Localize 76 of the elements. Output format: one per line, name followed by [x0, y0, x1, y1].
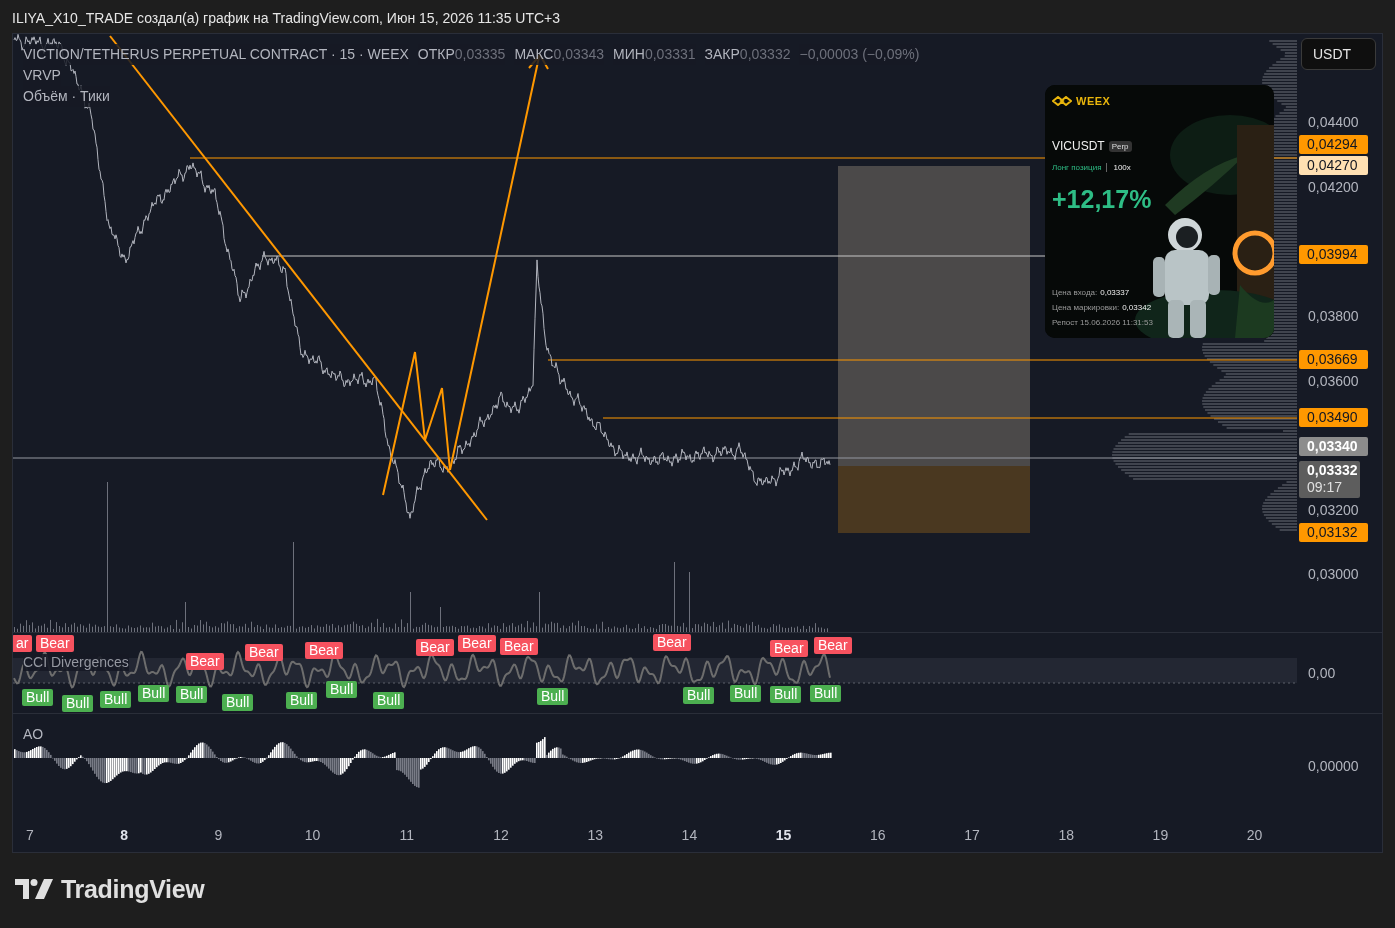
bull-signal-label: Bull — [62, 695, 94, 712]
time-tick-label: 15 — [774, 826, 793, 844]
bull-signal-label: Bull — [100, 691, 132, 708]
bear-signal-label: Bear — [186, 653, 224, 670]
bear-signal-label: Bear — [814, 637, 852, 654]
diamond-logo-icon — [1052, 96, 1072, 106]
symbol-name: VICUSDT — [1052, 139, 1105, 153]
chart-caption: ILIYA_X10_TRADE создал(а) график на TradingView.com, Июн 15, 2026 11:35 UTC+3 — [12, 10, 561, 27]
currency-button[interactable]: USDT — [1301, 38, 1376, 70]
bear-signal-label: ar — [13, 635, 33, 652]
countdown-timer: 09:17 — [1307, 479, 1344, 496]
price-tick-label: 0,00 — [1308, 665, 1336, 681]
price-tick-label: 0,03000 — [1308, 565, 1359, 583]
brand-name: WEEX — [1076, 95, 1111, 107]
time-tick-label: 8 — [119, 826, 130, 844]
brand-name: TradingView — [61, 874, 205, 903]
bull-signal-label: Bull — [683, 687, 715, 704]
price-badge: 0,03340 — [1299, 436, 1368, 456]
price-tick-label: 0,00000 — [1308, 758, 1359, 774]
bear-signal-label: Bear — [245, 644, 283, 661]
time-tick-label: 16 — [869, 826, 887, 844]
price-badge: 0,03132 — [1299, 522, 1368, 542]
bull-signal-label: Bull — [373, 692, 405, 709]
bull-signal-label: Bull — [810, 685, 842, 702]
bear-signal-label: Bear — [416, 639, 454, 656]
price-tick-label: 0,04200 — [1308, 178, 1359, 196]
time-tick-label: 12 — [492, 826, 510, 844]
repost-time: Репост 15.06.2026 11:31:53 — [1052, 317, 1153, 329]
time-tick-label: 18 — [1057, 826, 1075, 844]
perp-badge: Perp — [1108, 140, 1132, 152]
bear-signal-label: Bear — [770, 640, 808, 657]
time-tick-label: 13 — [586, 826, 604, 844]
bear-signal-label: Bear — [653, 634, 691, 651]
bull-signal-label: Bull — [730, 685, 762, 702]
bear-signal-label: Bear — [458, 635, 496, 652]
bull-signal-label: Bull — [326, 681, 358, 698]
mark-price-label: Цена маркировки: — [1052, 302, 1120, 314]
bull-signal-label: Bull — [176, 686, 208, 703]
price-tick-label: 0,03600 — [1308, 372, 1359, 390]
bull-signal-label: Bull — [22, 689, 54, 706]
price-label: 0,03332 — [1307, 462, 1359, 479]
time-tick-label: 17 — [963, 826, 981, 844]
bull-signal-label: Bull — [222, 694, 254, 711]
bull-signal-label: Bull — [537, 688, 569, 705]
tradingview-logo-icon — [15, 879, 53, 899]
symbol-title: VICTION/TETHERUS PERPETUAL CONTRACT · 15 · WEEX — [23, 44, 409, 65]
bull-signal-label: Bull — [770, 686, 802, 703]
bear-signal-label: Bear — [36, 635, 74, 652]
time-tick-label: 10 — [303, 826, 322, 844]
price-tick-label: 0,04400 — [1308, 113, 1359, 131]
price-badge: 0,04270 — [1299, 155, 1368, 175]
indicator-name: AO — [23, 726, 44, 743]
bull-signal-label: Bull — [138, 685, 170, 702]
position-side: Лонг позиция — [1052, 163, 1108, 172]
price-tick-label: 0,03200 — [1308, 501, 1359, 519]
bear-signal-label: Bear — [500, 638, 538, 655]
price-badge: 0,04294 — [1299, 134, 1368, 154]
time-tick-label: 20 — [1245, 826, 1264, 844]
time-tick-label: 11 — [398, 826, 416, 844]
bull-signal-label: Bull — [286, 692, 318, 709]
price-badge: 0,03994 — [1299, 244, 1368, 264]
time-tick-label: 19 — [1151, 826, 1170, 844]
indicator-name: CCI Divergences — [23, 654, 129, 671]
time-tick-label: 7 — [25, 826, 35, 844]
price-badge: 0,03490 — [1299, 407, 1368, 427]
price-badge: 0,03669 — [1299, 349, 1368, 369]
entry-price-label: Цена входа: — [1052, 287, 1098, 299]
bear-signal-label: Bear — [305, 642, 343, 659]
entry-price-value: 0,03337 — [1100, 287, 1130, 299]
time-tick-label: 9 — [213, 826, 224, 844]
price-tick-label: 0,03800 — [1308, 307, 1359, 325]
pnl-percent: +12,17% — [1052, 185, 1153, 213]
indicator-name: Объём · Тики — [23, 86, 110, 107]
time-tick-label: 14 — [680, 826, 699, 844]
leverage: 100x — [1112, 163, 1131, 172]
mark-price-value: 0,03342 — [1122, 302, 1152, 314]
